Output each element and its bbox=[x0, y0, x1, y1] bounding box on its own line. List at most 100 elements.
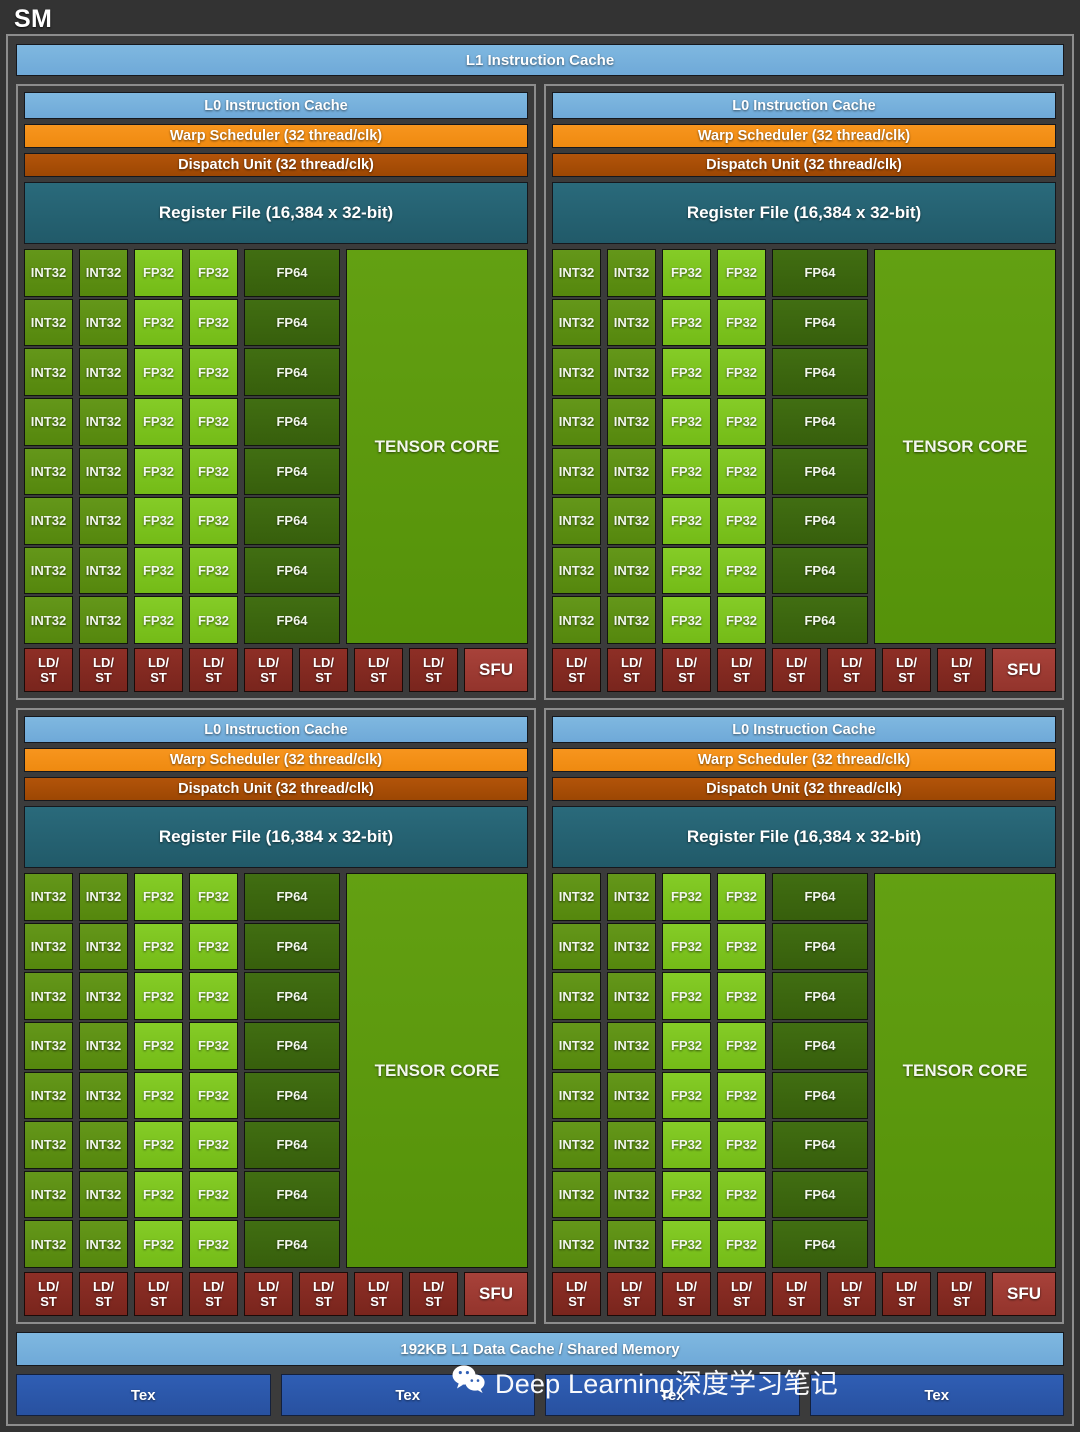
ldst-unit: LD/ST bbox=[354, 648, 403, 692]
ldst-sfu-row: LD/ST LD/ST LD/ST LD/ST LD/ST LD/ST LD/ST LD/ST… bbox=[24, 1272, 528, 1316]
fp32-unit: FP32 bbox=[662, 447, 711, 496]
ldst-unit: LD/ST bbox=[882, 648, 931, 692]
int32-unit: INT32 bbox=[79, 348, 128, 396]
core-grid: INT32 INT32 INT32 INT32 INT32 INT32 INT32 INT32… bbox=[552, 873, 1056, 1268]
tex-unit-3: Tex bbox=[545, 1374, 800, 1416]
fp32-unit: FP32 bbox=[189, 1220, 238, 1268]
fp32-unit: FP32 bbox=[717, 922, 766, 971]
fp64-column-5: FP64 FP64 FP64 FP64 FP64 FP64 FP64 FP64 bbox=[244, 873, 340, 1268]
ldst-label-line1: LD/ bbox=[621, 1279, 642, 1294]
ldst-label-line1: LD/ bbox=[566, 1279, 587, 1294]
fp64-unit: FP64 bbox=[244, 447, 340, 496]
dispatch-unit-bar: Dispatch Unit (32 thread/clk) bbox=[552, 153, 1056, 177]
int32-unit: INT32 bbox=[552, 497, 601, 545]
register-file-bar: Register File (16,384 x 32-bit) bbox=[24, 806, 528, 868]
int32-unit: INT32 bbox=[607, 348, 656, 396]
fp32-unit: FP32 bbox=[717, 972, 766, 1020]
fp32-unit: FP32 bbox=[134, 922, 183, 971]
l0-instruction-cache-bar: L0 Instruction Cache bbox=[552, 92, 1056, 119]
processing-block-top-right: L0 Instruction Cache Warp Scheduler (32 t… bbox=[544, 84, 1064, 700]
fp64-column-5: FP64 FP64 FP64 FP64 FP64 FP64 FP64 FP64 bbox=[772, 249, 868, 644]
warp-scheduler-bar: Warp Scheduler (32 thread/clk) bbox=[552, 124, 1056, 148]
int32-unit: INT32 bbox=[607, 1071, 656, 1120]
core-grid: INT32 INT32 INT32 INT32 INT32 INT32 INT32 INT32… bbox=[552, 249, 1056, 644]
ldst-label-line1: LD/ bbox=[368, 655, 389, 670]
ldst-label-line2: ST bbox=[953, 1294, 970, 1309]
fp32-unit: FP32 bbox=[189, 1021, 238, 1070]
fp32-unit: FP32 bbox=[134, 348, 183, 396]
ldst-label-line1: LD/ bbox=[841, 1279, 862, 1294]
fp32-unit: FP32 bbox=[717, 249, 766, 297]
ldst-label-line1: LD/ bbox=[313, 655, 334, 670]
ldst-unit: LD/ST bbox=[409, 648, 458, 692]
ldst-label-line2: ST bbox=[788, 1294, 805, 1309]
fp32-unit: FP32 bbox=[134, 1021, 183, 1070]
l1-instruction-cache-bar: L1 Instruction Cache bbox=[16, 44, 1064, 76]
ldst-label-line2: ST bbox=[623, 670, 640, 685]
warp-scheduler-bar: Warp Scheduler (32 thread/clk) bbox=[24, 748, 528, 772]
int32-unit: INT32 bbox=[79, 249, 128, 297]
ldst-label-line1: LD/ bbox=[731, 1279, 752, 1294]
int32-unit: INT32 bbox=[607, 873, 656, 921]
ldst-unit: LD/ST bbox=[937, 1272, 986, 1316]
ldst-sfu-row: LD/ST LD/ST LD/ST LD/ST LD/ST LD/ST LD/ST LD/ST… bbox=[552, 648, 1056, 692]
ldst-label-line2: ST bbox=[678, 670, 695, 685]
fp32-unit: FP32 bbox=[189, 298, 238, 347]
sfu-unit: SFU bbox=[992, 648, 1056, 692]
ldst-label-line1: LD/ bbox=[676, 1279, 697, 1294]
fp32-unit: FP32 bbox=[662, 348, 711, 396]
fp32-unit: FP32 bbox=[662, 1121, 711, 1169]
fp32-unit: FP32 bbox=[717, 497, 766, 545]
fp64-column-5: FP64 FP64 FP64 FP64 FP64 FP64 FP64 FP64 bbox=[244, 249, 340, 644]
fp32-unit: FP32 bbox=[717, 1121, 766, 1169]
ldst-label-line1: LD/ bbox=[423, 655, 444, 670]
l0-instruction-cache-bar: L0 Instruction Cache bbox=[24, 92, 528, 119]
fp32-unit: FP32 bbox=[189, 922, 238, 971]
ldst-label-line1: LD/ bbox=[566, 655, 587, 670]
fp64-unit: FP64 bbox=[772, 1071, 868, 1120]
ldst-label-line1: LD/ bbox=[258, 655, 279, 670]
fp32-unit: FP32 bbox=[134, 397, 183, 446]
int32-unit: INT32 bbox=[607, 596, 656, 644]
fp64-column-5: FP64 FP64 FP64 FP64 FP64 FP64 FP64 FP64 bbox=[772, 873, 868, 1268]
int32-unit: INT32 bbox=[552, 298, 601, 347]
int32-column-1: INT32 INT32 INT32 INT32 INT32 INT32 INT32 INT32 bbox=[24, 873, 73, 1268]
ldst-label-line2: ST bbox=[205, 670, 222, 685]
int32-unit: INT32 bbox=[552, 249, 601, 297]
ldst-label-line2: ST bbox=[898, 670, 915, 685]
int32-unit: INT32 bbox=[24, 596, 73, 644]
ldst-label-line2: ST bbox=[733, 670, 750, 685]
fp32-unit: FP32 bbox=[134, 1170, 183, 1219]
fp64-unit: FP64 bbox=[244, 298, 340, 347]
ldst-label-line1: LD/ bbox=[38, 655, 59, 670]
fp64-unit: FP64 bbox=[772, 596, 868, 644]
ldst-label-line1: LD/ bbox=[841, 655, 862, 670]
ldst-label-line1: LD/ bbox=[786, 655, 807, 670]
sm-title: SM bbox=[14, 5, 53, 33]
fp32-column-3: FP32 FP32 FP32 FP32 FP32 FP32 FP32 FP32 bbox=[662, 873, 711, 1268]
ldst-label-line1: LD/ bbox=[423, 1279, 444, 1294]
int32-unit: INT32 bbox=[24, 972, 73, 1020]
int32-unit: INT32 bbox=[552, 397, 601, 446]
ldst-unit: LD/ST bbox=[189, 1272, 238, 1316]
processing-block-top-left: L0 Instruction Cache Warp Scheduler (32 t… bbox=[16, 84, 536, 700]
fp64-unit: FP64 bbox=[244, 497, 340, 545]
ldst-label-line2: ST bbox=[40, 1294, 57, 1309]
ldst-unit: LD/ST bbox=[299, 648, 348, 692]
fp32-unit: FP32 bbox=[662, 1021, 711, 1070]
fp32-unit: FP32 bbox=[717, 1220, 766, 1268]
ldst-label-line2: ST bbox=[95, 1294, 112, 1309]
core-area: INT32 INT32 INT32 INT32 INT32 INT32 INT32 INT32… bbox=[552, 873, 1056, 1316]
fp32-unit: FP32 bbox=[189, 873, 238, 921]
core-area: INT32 INT32 INT32 INT32 INT32 INT32 INT32 INT32… bbox=[24, 873, 528, 1316]
ldst-label-line2: ST bbox=[370, 1294, 387, 1309]
ldst-label-line2: ST bbox=[150, 1294, 167, 1309]
fp32-unit: FP32 bbox=[717, 546, 766, 595]
ldst-label-line2: ST bbox=[788, 670, 805, 685]
ldst-unit: LD/ST bbox=[772, 648, 821, 692]
int32-column-2: INT32 INT32 INT32 INT32 INT32 INT32 INT32 INT32 bbox=[607, 249, 656, 644]
fp64-unit: FP64 bbox=[772, 922, 868, 971]
ldst-label-line1: LD/ bbox=[313, 1279, 334, 1294]
ldst-unit: LD/ST bbox=[827, 648, 876, 692]
sm-diagram: SM L1 Instruction Cache L0 Instruction C… bbox=[0, 0, 1080, 1432]
